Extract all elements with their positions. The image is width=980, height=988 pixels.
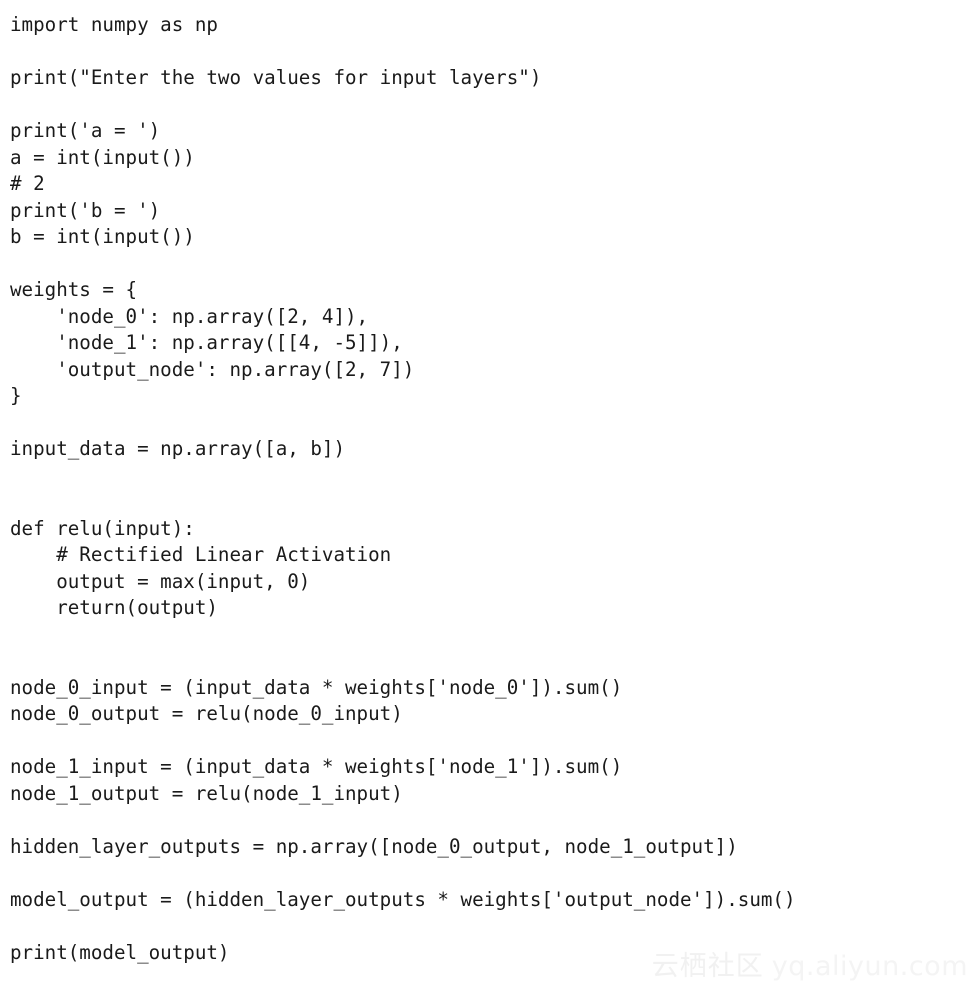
code-line: print('b = ') (10, 198, 161, 222)
code-line: # 2 (10, 172, 45, 195)
code-line: model_output = (hidden_layer_outputs * w… (10, 887, 796, 911)
code-line: node_0_input = (input_data * weights['no… (10, 675, 623, 699)
code-line: print("Enter the two values for input la… (10, 66, 542, 89)
code-line: def relu(input): (10, 516, 195, 540)
code-line: import numpy as np (10, 13, 218, 36)
code-line: node_1_output = relu(node_1_input) (10, 781, 403, 805)
code-line: node_1_input = (input_data * weights['no… (10, 755, 623, 778)
python-code-block: import numpy as np print("Enter the two … (10, 12, 970, 966)
code-line: print('a = ') (10, 119, 161, 142)
code-line: weights = { (10, 278, 138, 301)
code-line: print(model_output) (10, 940, 230, 964)
code-line: hidden_layer_outputs = np.array([node_0_… (10, 834, 738, 858)
code-line: # Rectified Linear Activation (10, 543, 392, 566)
code-line: return(output) (10, 596, 218, 619)
code-line: 'node_1': np.array([[4, -5]]), (10, 331, 403, 354)
code-line: 'output_node': np.array([2, 7]) (10, 357, 415, 381)
code-line: b = int(input()) (10, 225, 195, 248)
code-line: } (10, 384, 22, 407)
code-snippet-page: import numpy as np print("Enter the two … (0, 0, 980, 988)
code-line: output = max(input, 0) (10, 569, 311, 593)
code-line: input_data = np.array([a, b]) (10, 437, 346, 460)
code-line: a = int(input()) (10, 145, 195, 169)
code-line: node_0_output = relu(node_0_input) (10, 702, 403, 725)
code-line: 'node_0': np.array([2, 4]), (10, 304, 369, 328)
